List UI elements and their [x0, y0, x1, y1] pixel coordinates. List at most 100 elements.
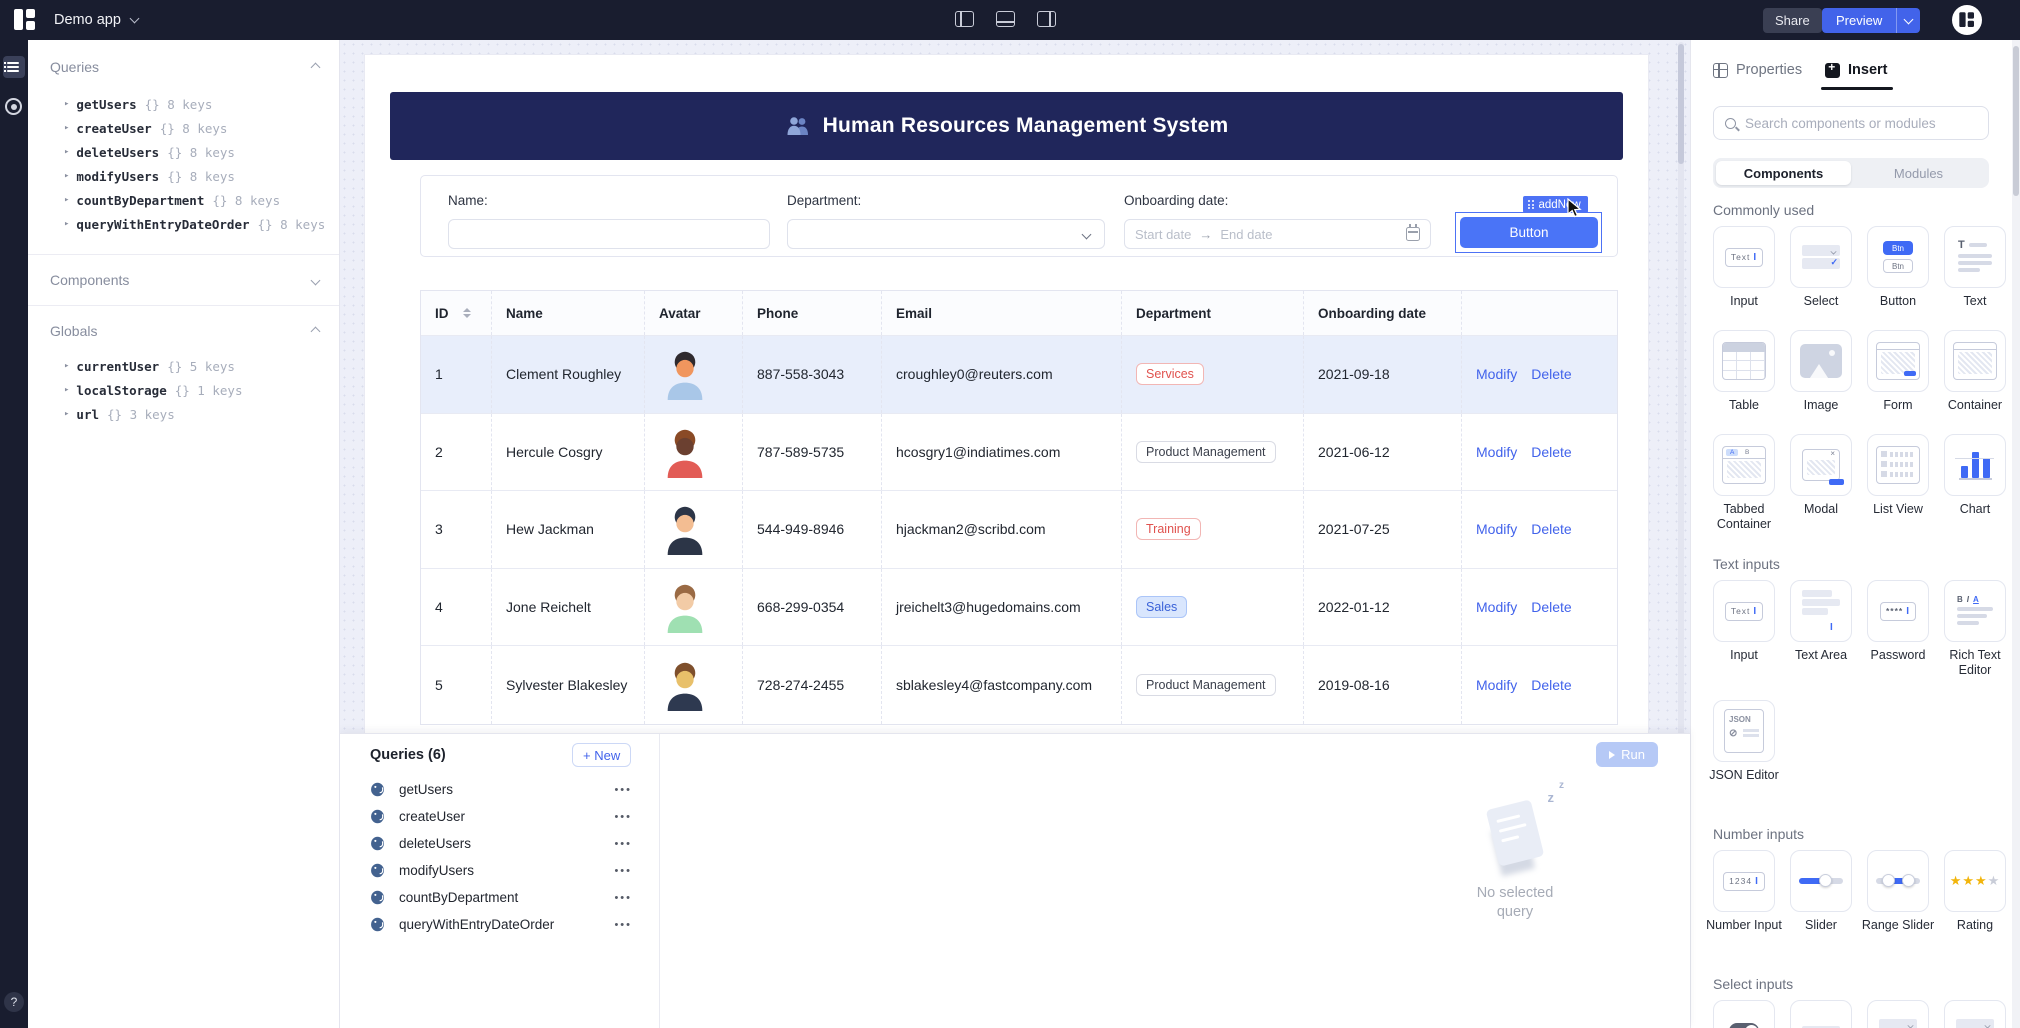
- query-list-item[interactable]: modifyUsers•••: [340, 857, 660, 884]
- component-card-image[interactable]: Image: [1790, 330, 1852, 413]
- column-header-phone[interactable]: Phone: [743, 291, 882, 335]
- canvas-scrollbar[interactable]: [1678, 44, 1684, 164]
- app-header-banner[interactable]: Human Resources Management System: [390, 92, 1623, 160]
- modify-link[interactable]: Modify: [1476, 599, 1517, 615]
- delete-link[interactable]: Delete: [1531, 599, 1571, 615]
- query-node-deleteUsers[interactable]: ▸deleteUsers{} 8 keys: [28, 140, 339, 164]
- toggle-bottom-panel-icon[interactable]: [996, 11, 1015, 27]
- query-list-item[interactable]: queryWithEntryDateOrder•••: [340, 911, 660, 938]
- delete-link[interactable]: Delete: [1531, 521, 1571, 537]
- query-list-item[interactable]: countByDepartment•••: [340, 884, 660, 911]
- query-list-item[interactable]: deleteUsers•••: [340, 830, 660, 857]
- run-query-button[interactable]: Run: [1596, 742, 1658, 767]
- global-node-url[interactable]: ▸url{} 3 keys: [28, 402, 339, 426]
- component-card-slider[interactable]: Slider: [1790, 850, 1852, 933]
- new-query-button[interactable]: + New: [572, 743, 631, 767]
- component-card-input[interactable]: TextIInput: [1713, 226, 1775, 309]
- date-range-input[interactable]: Start date → End date: [1124, 219, 1431, 249]
- modify-link[interactable]: Modify: [1476, 444, 1517, 460]
- more-options-icon[interactable]: •••: [614, 892, 632, 904]
- tab-properties[interactable]: Properties: [1713, 62, 1802, 78]
- component-card-form[interactable]: Form: [1867, 330, 1929, 413]
- inspector-icon[interactable]: [5, 98, 22, 115]
- column-header-department[interactable]: Department: [1122, 291, 1304, 335]
- global-node-localStorage[interactable]: ▸localStorage{} 1 keys: [28, 378, 339, 402]
- component-card-button[interactable]: BtnBtnButton: [1867, 226, 1929, 309]
- more-options-icon[interactable]: •••: [614, 865, 632, 877]
- component-card-text-area[interactable]: IText Area: [1790, 580, 1852, 663]
- toggle-right-panel-icon[interactable]: [1037, 11, 1056, 27]
- component-card-number-input[interactable]: 1234INumber Input: [1713, 850, 1775, 933]
- preview-button[interactable]: Preview: [1822, 8, 1896, 33]
- query-list-item[interactable]: getUsers•••: [340, 776, 660, 803]
- queries-section-header[interactable]: Queries: [28, 56, 339, 78]
- component-card-tabbed-container[interactable]: ABTabbed Container: [1713, 434, 1775, 532]
- start-date-placeholder[interactable]: Start date: [1135, 227, 1191, 242]
- component-card-text-input[interactable]: TextIInput: [1713, 580, 1775, 663]
- component-card-table[interactable]: Table: [1713, 330, 1775, 413]
- more-options-icon[interactable]: •••: [614, 838, 632, 850]
- query-node-countByDepartment[interactable]: ▸countByDepartment{} 8 keys: [28, 188, 339, 212]
- component-card-rich-text-editor[interactable]: BIARich Text Editor: [1944, 580, 2006, 678]
- component-card-dropdown[interactable]: [1790, 1000, 1852, 1028]
- delete-link[interactable]: Delete: [1531, 677, 1571, 693]
- more-options-icon[interactable]: •••: [614, 811, 632, 823]
- more-options-icon[interactable]: •••: [614, 919, 632, 931]
- more-options-icon[interactable]: •••: [614, 784, 632, 796]
- sort-icon[interactable]: [463, 308, 471, 318]
- user-avatar[interactable]: [1952, 5, 1982, 35]
- component-card-text[interactable]: TText: [1944, 226, 2006, 309]
- table-row[interactable]: 2 Hercule Cosgry 787-589-5735 hcosgry1@i…: [421, 414, 1617, 492]
- pages-icon[interactable]: [3, 56, 25, 78]
- query-node-queryWithEntryDateOrder[interactable]: ▸queryWithEntryDateOrder{} 8 keys: [28, 212, 339, 236]
- column-header-id[interactable]: ID: [421, 291, 492, 335]
- column-header-email[interactable]: Email: [882, 291, 1122, 335]
- modify-link[interactable]: Modify: [1476, 366, 1517, 382]
- component-card-modal[interactable]: ×Modal: [1790, 434, 1852, 517]
- app-name-chevron-icon[interactable]: [129, 14, 139, 24]
- components-section-header[interactable]: Components: [28, 269, 339, 291]
- component-search-input[interactable]: Search components or modules: [1713, 106, 1989, 140]
- query-node-modifyUsers[interactable]: ▸modifyUsers{} 8 keys: [28, 164, 339, 188]
- name-filter-input[interactable]: [448, 219, 770, 249]
- preview-dropdown-icon[interactable]: [1896, 8, 1920, 33]
- component-card-toggle[interactable]: [1713, 1000, 1775, 1028]
- table-row[interactable]: 3 Hew Jackman 544-949-8946 hjackman2@scr…: [421, 491, 1617, 569]
- column-header-avatar[interactable]: Avatar: [645, 291, 743, 335]
- toggle-left-panel-icon[interactable]: [955, 11, 974, 27]
- department-filter-select[interactable]: [787, 219, 1105, 249]
- query-list-item[interactable]: createUser•••: [340, 803, 660, 830]
- component-card-select-box[interactable]: [1944, 1000, 2006, 1028]
- column-header-name[interactable]: Name: [492, 291, 645, 335]
- component-card-select[interactable]: ✓Select: [1790, 226, 1852, 309]
- component-card-list-view[interactable]: List View: [1867, 434, 1929, 517]
- end-date-placeholder[interactable]: End date: [1220, 227, 1272, 242]
- table-row[interactable]: 1 Clement Roughley 887-558-3043 croughle…: [421, 336, 1617, 414]
- drag-handle-icon[interactable]: [1528, 200, 1534, 209]
- query-node-createUser[interactable]: ▸createUser{} 8 keys: [28, 116, 339, 140]
- app-name[interactable]: Demo app: [54, 12, 121, 28]
- component-card-range-slider[interactable]: Range Slider: [1867, 850, 1929, 933]
- modify-link[interactable]: Modify: [1476, 677, 1517, 693]
- query-node-getUsers[interactable]: ▸getUsers{} 8 keys: [28, 92, 339, 116]
- segment-components[interactable]: Components: [1716, 161, 1851, 185]
- modify-link[interactable]: Modify: [1476, 521, 1517, 537]
- component-card-chart[interactable]: Chart: [1944, 434, 2006, 517]
- component-card-container[interactable]: Container: [1944, 330, 2006, 413]
- table-row[interactable]: 4 Jone Reichelt 668-299-0354 jreichelt3@…: [421, 569, 1617, 647]
- component-card-password[interactable]: ****IPassword: [1867, 580, 1929, 663]
- segment-modules[interactable]: Modules: [1851, 161, 1986, 185]
- app-logo-icon[interactable]: [14, 9, 36, 31]
- globals-section-header[interactable]: Globals: [28, 320, 339, 342]
- window-scrollbar[interactable]: [2013, 46, 2019, 196]
- component-card-json-editor[interactable]: JSON⊘JSON Editor: [1713, 700, 1775, 783]
- delete-link[interactable]: Delete: [1531, 366, 1571, 382]
- column-header-onboarding-date[interactable]: Onboarding date: [1304, 291, 1462, 335]
- calendar-icon[interactable]: [1406, 227, 1420, 241]
- component-card-rating[interactable]: ★★★★Rating: [1944, 850, 2006, 933]
- table-row[interactable]: 5 Sylvester Blakesley 728-274-2455 sblak…: [421, 646, 1617, 724]
- global-node-currentUser[interactable]: ▸currentUser{} 5 keys: [28, 354, 339, 378]
- help-icon[interactable]: ?: [4, 992, 24, 1012]
- delete-link[interactable]: Delete: [1531, 444, 1571, 460]
- add-new-button[interactable]: Button: [1460, 217, 1598, 248]
